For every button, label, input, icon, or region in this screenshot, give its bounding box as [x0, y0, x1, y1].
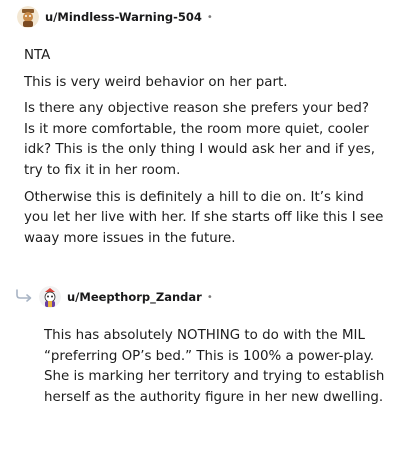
separator-dot: • [206, 11, 213, 23]
separator-dot: • [206, 291, 213, 303]
comment-paragraph: NTA [24, 48, 51, 63]
snoo-avatar-icon[interactable] [39, 286, 61, 308]
snoo-avatar-icon[interactable] [17, 6, 39, 28]
comment-header: u/Meepthorp_Zandar • [39, 286, 213, 308]
comment-header: u/Mindless-Warning-504 • [17, 6, 213, 28]
comment-body: NTA This is very weird behavior on her p… [24, 46, 384, 249]
comment-username[interactable]: u/Mindless-Warning-504 [45, 10, 202, 24]
comment-paragraph: Otherwise this is definitely a hill to d… [24, 189, 384, 246]
comment-paragraph: This has absolutely NOTHING to do with t… [44, 328, 385, 405]
comment-username[interactable]: u/Meepthorp_Zandar [67, 290, 202, 304]
comment-paragraph: Is there any objective reason she prefer… [24, 101, 375, 178]
comment-body: This has absolutely NOTHING to do with t… [44, 326, 386, 408]
comment-paragraph: This is very weird behavior on her part. [24, 74, 288, 90]
reply-arrow-icon [15, 288, 35, 307]
